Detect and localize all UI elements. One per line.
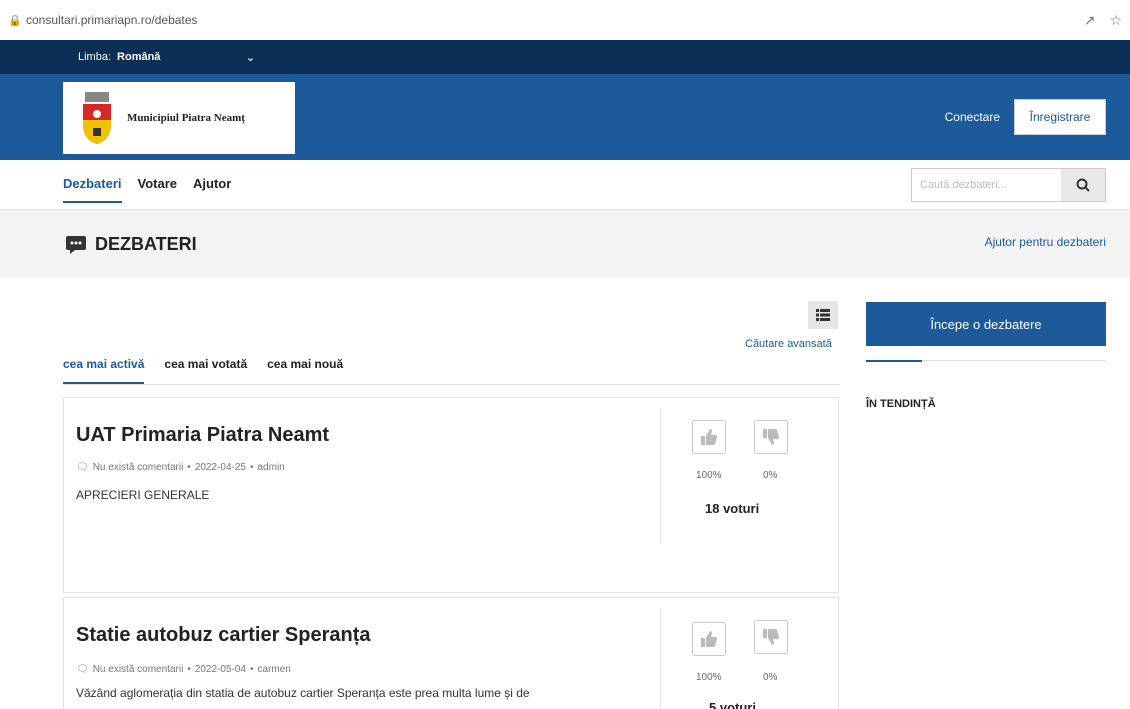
downvote-percent: 0% — [763, 672, 778, 683]
nav-item-dezbateri[interactable]: Dezbateri — [63, 176, 122, 203]
debate-author: carmen — [257, 664, 291, 675]
search-box: Caută dezbateri... — [911, 168, 1106, 202]
vote-down-button[interactable] — [754, 420, 788, 454]
url-text[interactable]: consultari.primariapn.ro/debates — [26, 13, 1084, 27]
page-title: DEZBATERI — [95, 234, 197, 254]
search-input[interactable]: Caută dezbateri... — [912, 169, 1061, 201]
debate-description: APRECIERI GENERALE — [76, 488, 210, 502]
speech-bubble-icon — [66, 235, 86, 254]
debate-date: 2022-04-25 — [194, 462, 246, 473]
sidebar-divider — [866, 360, 1106, 362]
advanced-search-link[interactable]: Căutare avansată — [745, 338, 832, 350]
vote-up-button[interactable] — [692, 622, 726, 656]
debate-card: Statie autobuz cartier Speranța 🗨 Nu exi… — [63, 597, 839, 709]
debate-description: Văzând aglomerația din statia de autobuz… — [76, 686, 530, 700]
upvote-percent: 100% — [696, 470, 722, 481]
register-button[interactable]: Înregistrare — [1014, 99, 1106, 135]
thumbs-up-icon — [701, 429, 717, 445]
vote-count: 5 voturi — [709, 700, 756, 709]
vote-down-button[interactable] — [754, 620, 788, 654]
comments-icon: 🗨 — [76, 462, 89, 473]
language-selected: Română — [117, 50, 161, 63]
debate-meta: 🗨 Nu există comentarii • 2022-04-25 • ad… — [76, 462, 285, 473]
debate-card: UAT Primaria Piatra Neamt 🗨 Nu există co… — [63, 397, 839, 593]
debate-comments[interactable]: Nu există comentarii — [93, 462, 184, 473]
star-icon[interactable]: ☆ — [1109, 12, 1122, 29]
vote-count: 18 voturi — [705, 501, 760, 516]
debate-author: admin — [257, 462, 285, 473]
search-icon — [1076, 178, 1090, 192]
thumbs-down-icon — [763, 629, 779, 645]
debate-title[interactable]: UAT Primaria Piatra Neamt — [76, 424, 329, 447]
language-select[interactable]: Română ⌄ — [117, 51, 255, 64]
language-label: Limba: — [78, 51, 112, 63]
chevron-down-icon: ⌄ — [245, 51, 256, 64]
language-bar: Limba: Română ⌄ — [0, 40, 1130, 74]
trending-heading: ÎN TENDINȚĂ — [866, 398, 936, 410]
share-icon[interactable]: ↗ — [1084, 12, 1096, 29]
sort-tab-most-voted[interactable]: cea mai votată — [164, 357, 247, 384]
list-view-icon — [816, 309, 830, 321]
search-button[interactable] — [1061, 169, 1105, 201]
main-nav: Dezbateri Votare Ajutor Caută dezbateri.… — [0, 160, 1130, 210]
logo-text: Municipiul Piatra Neamț — [127, 112, 245, 124]
vote-up-button[interactable] — [692, 420, 726, 454]
debate-meta: 🗨 Nu există comentarii • 2022-05-04 • ca… — [76, 664, 291, 675]
downvote-percent: 0% — [763, 470, 778, 481]
lock-icon: 🔒 — [8, 15, 22, 27]
page-title-bar: DEZBATERI Ajutor pentru dezbateri — [0, 210, 1130, 278]
sort-tab-newest[interactable]: cea mai nouă — [267, 357, 343, 384]
site-header: Municipiul Piatra Neamț Conectare Înregi… — [0, 74, 1130, 160]
sort-tabs: cea mai activă cea mai votată cea mai no… — [63, 357, 839, 385]
debate-title[interactable]: Statie autobuz cartier Speranța — [76, 624, 371, 647]
start-debate-button[interactable]: Începe o dezbatere — [866, 302, 1106, 346]
nav-item-votare[interactable]: Votare — [138, 176, 178, 203]
thumbs-up-icon — [701, 631, 717, 647]
debate-date: 2022-05-04 — [194, 664, 246, 675]
debates-help-link[interactable]: Ajutor pentru dezbateri — [985, 235, 1106, 249]
login-link[interactable]: Conectare — [945, 110, 1000, 124]
thumbs-down-icon — [763, 429, 779, 445]
browser-url-bar[interactable]: 🔒 consultari.primariapn.ro/debates ↗ ☆ — [0, 0, 1130, 40]
sort-tab-most-active[interactable]: cea mai activă — [63, 357, 145, 384]
comments-icon: 🗨 — [76, 664, 89, 675]
nav-item-ajutor[interactable]: Ajutor — [193, 176, 231, 203]
upvote-percent: 100% — [696, 672, 722, 683]
list-view-toggle[interactable] — [808, 301, 838, 329]
crest-icon — [83, 92, 111, 144]
debate-comments[interactable]: Nu există comentarii — [93, 664, 184, 675]
site-logo[interactable]: Municipiul Piatra Neamț — [63, 82, 295, 154]
